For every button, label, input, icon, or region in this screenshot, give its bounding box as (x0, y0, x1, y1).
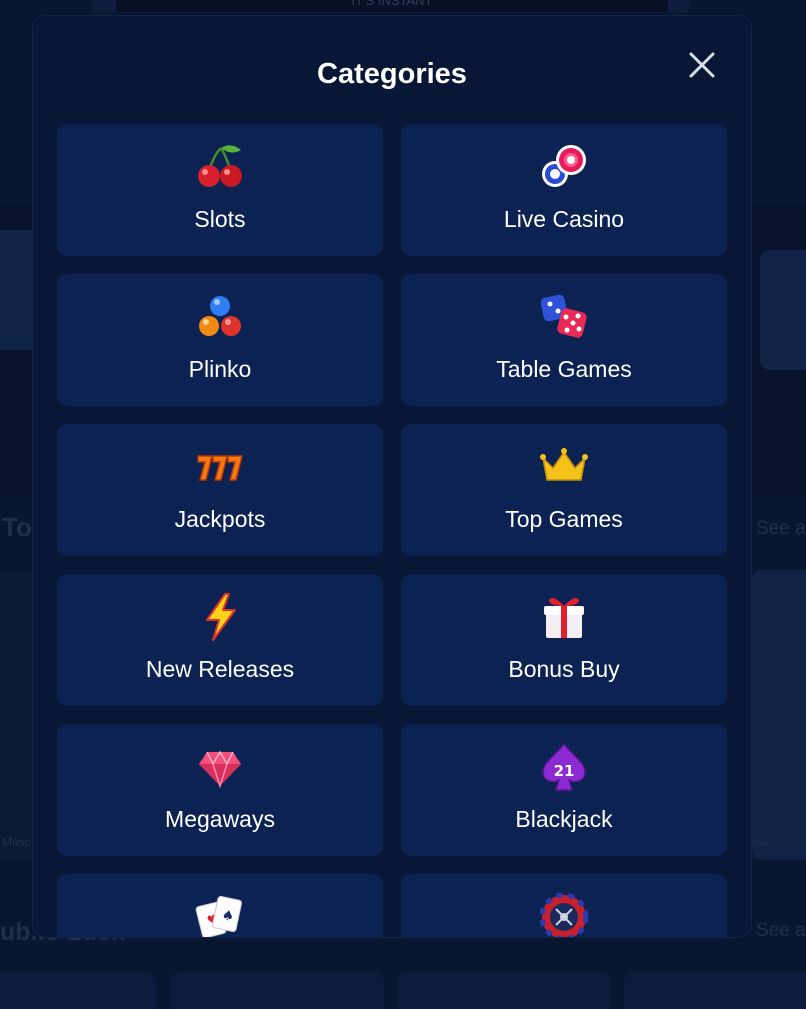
category-label: Bonus Buy (508, 656, 620, 682)
gift-box-icon (539, 592, 589, 642)
spade-21-icon: 21 (539, 742, 589, 792)
category-top-games[interactable]: Top Games (401, 424, 727, 556)
gem-icon (195, 742, 245, 792)
category-roulette[interactable] (401, 874, 727, 937)
dice-icon (539, 292, 589, 342)
category-label: Slots (194, 206, 246, 232)
lucky-777-icon (195, 442, 245, 492)
category-slots[interactable]: Slots (57, 124, 383, 256)
category-label: Table Games (496, 356, 632, 382)
category-blackjack[interactable]: 21 Blackjack (401, 724, 727, 856)
category-table-games[interactable]: Table Games (401, 274, 727, 406)
category-new-releases[interactable]: New Releases (57, 574, 383, 706)
category-bonus-buy[interactable]: Bonus Buy (401, 574, 727, 706)
category-plinko[interactable]: Plinko (57, 274, 383, 406)
casino-chips-icon (539, 142, 589, 192)
playing-cards-icon: ♥ ♠ (195, 892, 245, 937)
roulette-wheel-icon (539, 892, 589, 937)
plinko-balls-icon (195, 292, 245, 342)
category-live-casino[interactable]: Live Casino (401, 124, 727, 256)
category-card-games[interactable]: ♥ ♠ (57, 874, 383, 937)
category-label: Blackjack (515, 806, 613, 832)
modal-title: Categories (317, 58, 467, 90)
category-label: Jackpots (174, 506, 266, 532)
svg-text:21: 21 (554, 762, 575, 780)
cherries-icon (195, 142, 245, 192)
category-label: New Releases (145, 656, 295, 682)
categories-modal: Categories Slots Live Casino Plinko Tabl… (32, 15, 752, 938)
category-label: Top Games (505, 506, 623, 532)
crown-icon (539, 442, 589, 492)
close-button[interactable] (685, 48, 719, 82)
lightning-icon (195, 592, 245, 642)
category-label: Megaways (165, 806, 275, 832)
categories-grid: Slots Live Casino Plinko Table Games Jac… (57, 124, 727, 937)
category-megaways[interactable]: Megaways (57, 724, 383, 856)
close-icon (689, 52, 715, 78)
category-label: Live Casino (503, 206, 625, 232)
category-jackpots[interactable]: Jackpots (57, 424, 383, 556)
category-label: Plinko (188, 356, 252, 382)
